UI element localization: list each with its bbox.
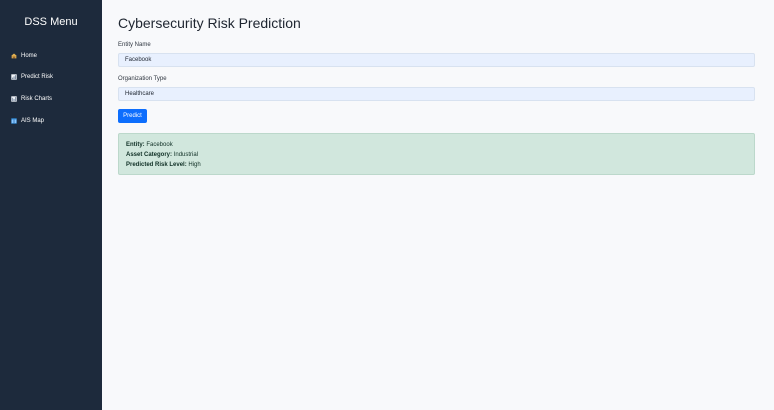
sidebar-item-label-risk-charts: Risk Charts	[21, 95, 53, 102]
page-title: Cybersecurity Risk Prediction	[118, 15, 301, 31]
risk-level-result-line: Predicted Risk Level: High	[126, 161, 747, 171]
predict-risk-icon	[11, 74, 17, 81]
app-layout: DSS Menu Home Predict Risk Risk Charts A…	[0, 0, 774, 410]
sidebar-item-home[interactable]: Home	[11, 45, 53, 67]
asset-category-result-value: Industrial	[173, 151, 199, 158]
organization-type-label: Organization Type	[118, 76, 167, 82]
map-icon	[11, 117, 17, 124]
organization-type-field[interactable]: Healthcare	[118, 87, 755, 101]
risk-level-result-value: High	[188, 161, 201, 168]
prediction-result: Entity: Facebook Asset Category: Industr…	[118, 133, 755, 175]
entity-name-field[interactable]: Facebook	[118, 53, 755, 67]
home-icon	[11, 53, 17, 59]
sidebar-item-label-home: Home	[21, 52, 38, 59]
asset-category-result-line: Asset Category: Industrial	[126, 151, 747, 161]
entity-result-line: Entity: Facebook	[126, 141, 747, 151]
predict-button[interactable]: Predict	[118, 109, 147, 123]
sidebar-title: DSS Menu	[24, 16, 78, 28]
sidebar-item-label-predict-risk: Predict Risk	[21, 74, 54, 81]
sidebar: DSS Menu Home Predict Risk Risk Charts A…	[0, 0, 102, 410]
risk-level-result-label: Predicted Risk Level:	[126, 161, 187, 168]
sidebar-item-predict-risk[interactable]: Predict Risk	[11, 67, 53, 89]
entity-result-label: Entity:	[126, 142, 145, 148]
entity-result-value: Facebook	[146, 142, 173, 148]
sidebar-nav: Home Predict Risk Risk Charts AIS Map	[11, 45, 53, 131]
risk-charts-icon	[11, 96, 17, 102]
sidebar-item-label-ais-map: AIS Map	[21, 117, 45, 124]
main-content: Cybersecurity Risk Prediction Entity Nam…	[118, 0, 756, 410]
sidebar-item-ais-map[interactable]: AIS Map	[11, 110, 53, 132]
entity-name-label: Entity Name	[118, 42, 151, 48]
sidebar-item-risk-charts[interactable]: Risk Charts	[11, 88, 53, 110]
asset-category-result-label: Asset Category:	[126, 151, 173, 158]
